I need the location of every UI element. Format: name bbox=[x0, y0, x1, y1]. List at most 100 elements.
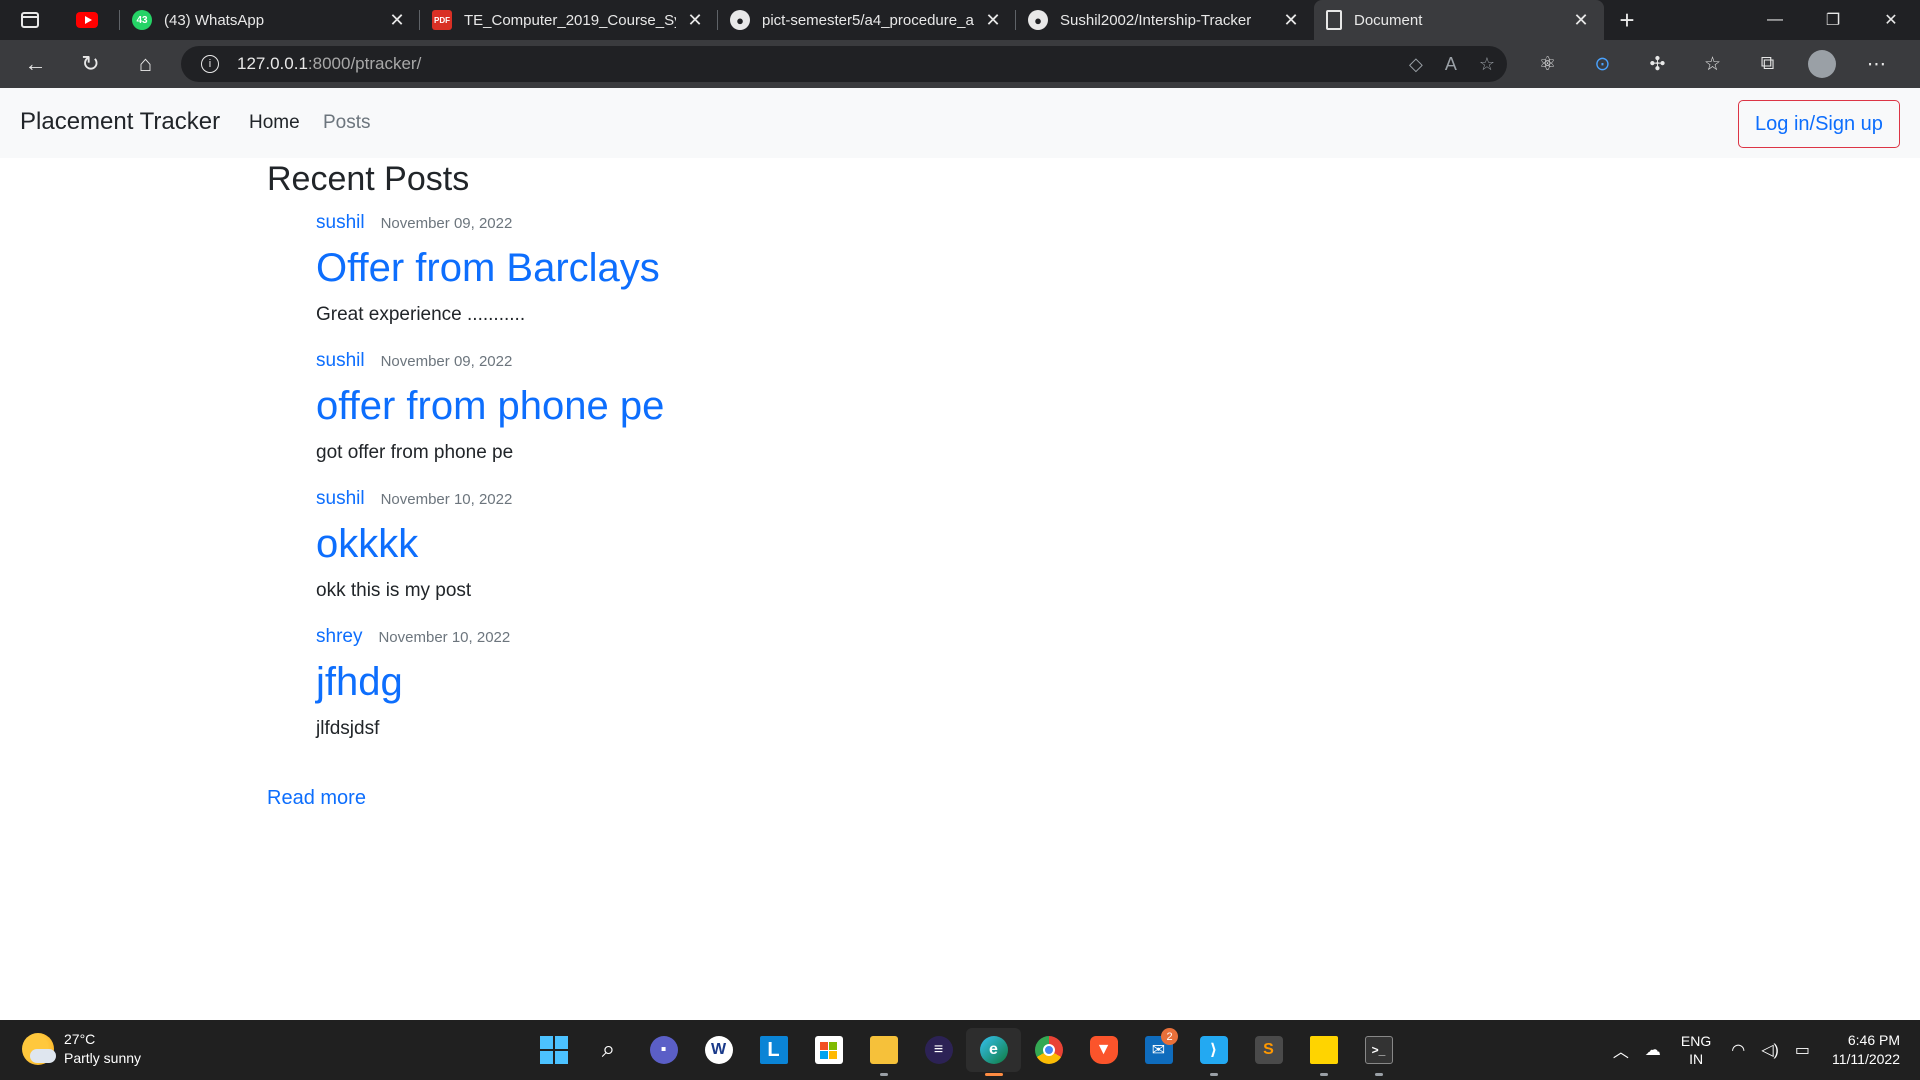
partly-sunny-icon bbox=[22, 1033, 56, 1065]
close-icon[interactable]: ✕ bbox=[982, 10, 1004, 31]
post-date: November 10, 2022 bbox=[378, 629, 511, 646]
browser-toolbar: ← ↻ ⌂ i 127.0.0.1:8000/ptracker/ ◇ A ☆ ⚛… bbox=[0, 40, 1920, 88]
wifi-icon[interactable]: ◠ bbox=[1723, 1040, 1753, 1060]
tab-title: pict-semester5/a4_procedure_a.s bbox=[762, 11, 974, 29]
close-icon[interactable]: ✕ bbox=[386, 10, 408, 31]
add-favorite-icon[interactable]: ☆ bbox=[1479, 54, 1495, 75]
clock[interactable]: 6:46 PM 11/11/2022 bbox=[1818, 1031, 1920, 1069]
post-body: got offer from phone pe bbox=[316, 442, 514, 463]
edge-icon: e bbox=[979, 1036, 1008, 1064]
search-button[interactable]: ⌕ bbox=[581, 1028, 636, 1072]
restore-button[interactable]: ❐ bbox=[1804, 0, 1862, 40]
post-item: sushil November 09, 2022 Offer from Barcl… bbox=[316, 212, 1216, 326]
window-controls: — ❐ ✕ bbox=[1746, 0, 1920, 40]
w-app-icon: W bbox=[704, 1036, 733, 1064]
brave-button[interactable]: ▼ bbox=[1076, 1028, 1131, 1072]
taskbar-apps: ⌕ ▪ W L ≡ e ▼ ✉ 2 ⟩ S >_ bbox=[526, 1028, 1406, 1076]
post-title-link[interactable]: Offer from Barclays bbox=[316, 244, 1216, 292]
vscode-button[interactable]: ⟩ bbox=[1186, 1028, 1241, 1076]
react-devtools-icon[interactable]: ⚛ bbox=[1520, 40, 1575, 88]
post-author-link[interactable]: shrey bbox=[316, 626, 362, 648]
close-icon[interactable]: ✕ bbox=[1570, 10, 1592, 31]
app-w-button[interactable]: W bbox=[691, 1028, 746, 1072]
address-bar[interactable]: i 127.0.0.1:8000/ptracker/ ◇ A ☆ bbox=[181, 46, 1507, 82]
tab-actions-button[interactable] bbox=[0, 0, 60, 40]
vscode-icon: ⟩ bbox=[1199, 1036, 1228, 1064]
favorites-icon[interactable]: ☆ bbox=[1685, 40, 1740, 88]
sticky-notes-icon bbox=[1309, 1036, 1338, 1064]
tab-whatsapp[interactable]: 43 (43) WhatsApp ✕ bbox=[120, 0, 420, 40]
post-title-link[interactable]: offer from phone pe bbox=[316, 382, 1216, 430]
document-icon bbox=[1326, 10, 1342, 30]
extensions-puzzle-icon[interactable]: ✣ bbox=[1630, 40, 1685, 88]
sticky-notes-button[interactable] bbox=[1296, 1028, 1351, 1076]
post-date: November 09, 2022 bbox=[380, 215, 513, 232]
battery-icon[interactable]: ▭ bbox=[1787, 1040, 1818, 1060]
nav-home-link[interactable]: Home bbox=[249, 112, 300, 134]
system-tray: ︿ ☁ ENG IN ◠ ◁) ▭ 6:46 PM 11/11/2022 bbox=[1605, 1020, 1920, 1080]
tab-syllabus-pdf[interactable]: PDF TE_Computer_2019_Course_Sylla ✕ bbox=[420, 0, 718, 40]
eclipse-button[interactable]: ≡ bbox=[911, 1028, 966, 1072]
tag-icon[interactable]: ◇ bbox=[1409, 54, 1423, 75]
chrome-button[interactable] bbox=[1021, 1028, 1076, 1072]
region-code: IN bbox=[1689, 1051, 1704, 1067]
l-app-icon: L bbox=[759, 1036, 788, 1064]
tab-title: Document bbox=[1354, 11, 1423, 29]
read-aloud-icon[interactable]: A bbox=[1445, 54, 1457, 75]
microsoft-store-button[interactable] bbox=[801, 1028, 856, 1072]
volume-icon[interactable]: ◁) bbox=[1753, 1040, 1787, 1060]
tab-youtube[interactable] bbox=[60, 0, 120, 40]
post-title-link[interactable]: jfhdg bbox=[316, 658, 1216, 706]
post-author-link[interactable]: sushil bbox=[316, 350, 365, 372]
language-code: ENG bbox=[1680, 1033, 1712, 1049]
file-explorer-button[interactable] bbox=[856, 1028, 911, 1076]
close-icon[interactable]: ✕ bbox=[684, 10, 706, 31]
nav-posts-link[interactable]: Posts bbox=[323, 112, 371, 134]
tab-document[interactable]: Document ✕ bbox=[1314, 0, 1604, 40]
app-l-button[interactable]: L bbox=[746, 1028, 801, 1072]
onedrive-icon[interactable]: ☁ bbox=[1637, 1040, 1669, 1060]
extension-icon[interactable]: ⊙ bbox=[1575, 40, 1630, 88]
close-icon[interactable]: ✕ bbox=[1280, 10, 1302, 31]
search-icon: ⌕ bbox=[601, 1036, 616, 1063]
mail-button[interactable]: ✉ 2 bbox=[1131, 1028, 1186, 1072]
tab-github-tracker[interactable]: ● Sushil2002/Intership-Tracker ✕ bbox=[1016, 0, 1314, 40]
language-indicator[interactable]: ENG IN bbox=[1669, 1032, 1723, 1068]
start-button[interactable] bbox=[526, 1028, 581, 1072]
post-item: sushil November 09, 2022 offer from phone… bbox=[316, 350, 1216, 464]
chrome-icon bbox=[1034, 1036, 1063, 1064]
terminal-button[interactable]: >_ bbox=[1351, 1028, 1406, 1076]
youtube-icon bbox=[76, 12, 98, 28]
minimize-button[interactable]: — bbox=[1746, 0, 1804, 40]
back-button[interactable]: ← bbox=[8, 40, 63, 88]
login-signup-button[interactable]: Log in/Sign up bbox=[1738, 100, 1900, 148]
site-navbar: Placement Tracker Home Posts Log in/Sign… bbox=[0, 88, 1920, 158]
refresh-button[interactable]: ↻ bbox=[63, 40, 118, 88]
read-more-link[interactable]: Read more bbox=[267, 787, 366, 810]
home-button[interactable]: ⌂ bbox=[118, 40, 173, 88]
profile-avatar[interactable] bbox=[1808, 50, 1836, 78]
weather-widget[interactable]: 27°C Partly sunny bbox=[22, 1030, 141, 1068]
folder-icon bbox=[869, 1036, 898, 1064]
site-brand[interactable]: Placement Tracker bbox=[20, 108, 220, 136]
sublime-icon: S bbox=[1254, 1036, 1283, 1064]
new-tab-button[interactable]: + bbox=[1604, 5, 1650, 36]
eclipse-icon: ≡ bbox=[924, 1036, 953, 1064]
site-info-icon[interactable]: i bbox=[201, 55, 219, 73]
post-title-link[interactable]: okkkk bbox=[316, 520, 1216, 568]
teams-chat-button[interactable]: ▪ bbox=[636, 1028, 691, 1072]
post-author-link[interactable]: sushil bbox=[316, 212, 365, 234]
chevron-up-icon[interactable]: ︿ bbox=[1605, 1038, 1637, 1062]
collections-icon[interactable]: ⧉ bbox=[1740, 40, 1795, 88]
clock-date: 11/11/2022 bbox=[1832, 1051, 1900, 1067]
weather-condition: Partly sunny bbox=[64, 1050, 142, 1066]
settings-more-icon[interactable]: ⋯ bbox=[1849, 40, 1904, 88]
close-window-button[interactable]: ✕ bbox=[1862, 0, 1920, 40]
post-author-link[interactable]: sushil bbox=[316, 488, 365, 510]
windows-logo-icon bbox=[539, 1036, 568, 1064]
sublime-text-button[interactable]: S bbox=[1241, 1028, 1296, 1072]
edge-button[interactable]: e bbox=[966, 1028, 1021, 1076]
post-date: November 10, 2022 bbox=[380, 491, 513, 508]
tab-github-procedure[interactable]: ● pict-semester5/a4_procedure_a.s ✕ bbox=[718, 0, 1016, 40]
post-date: November 09, 2022 bbox=[380, 353, 513, 370]
